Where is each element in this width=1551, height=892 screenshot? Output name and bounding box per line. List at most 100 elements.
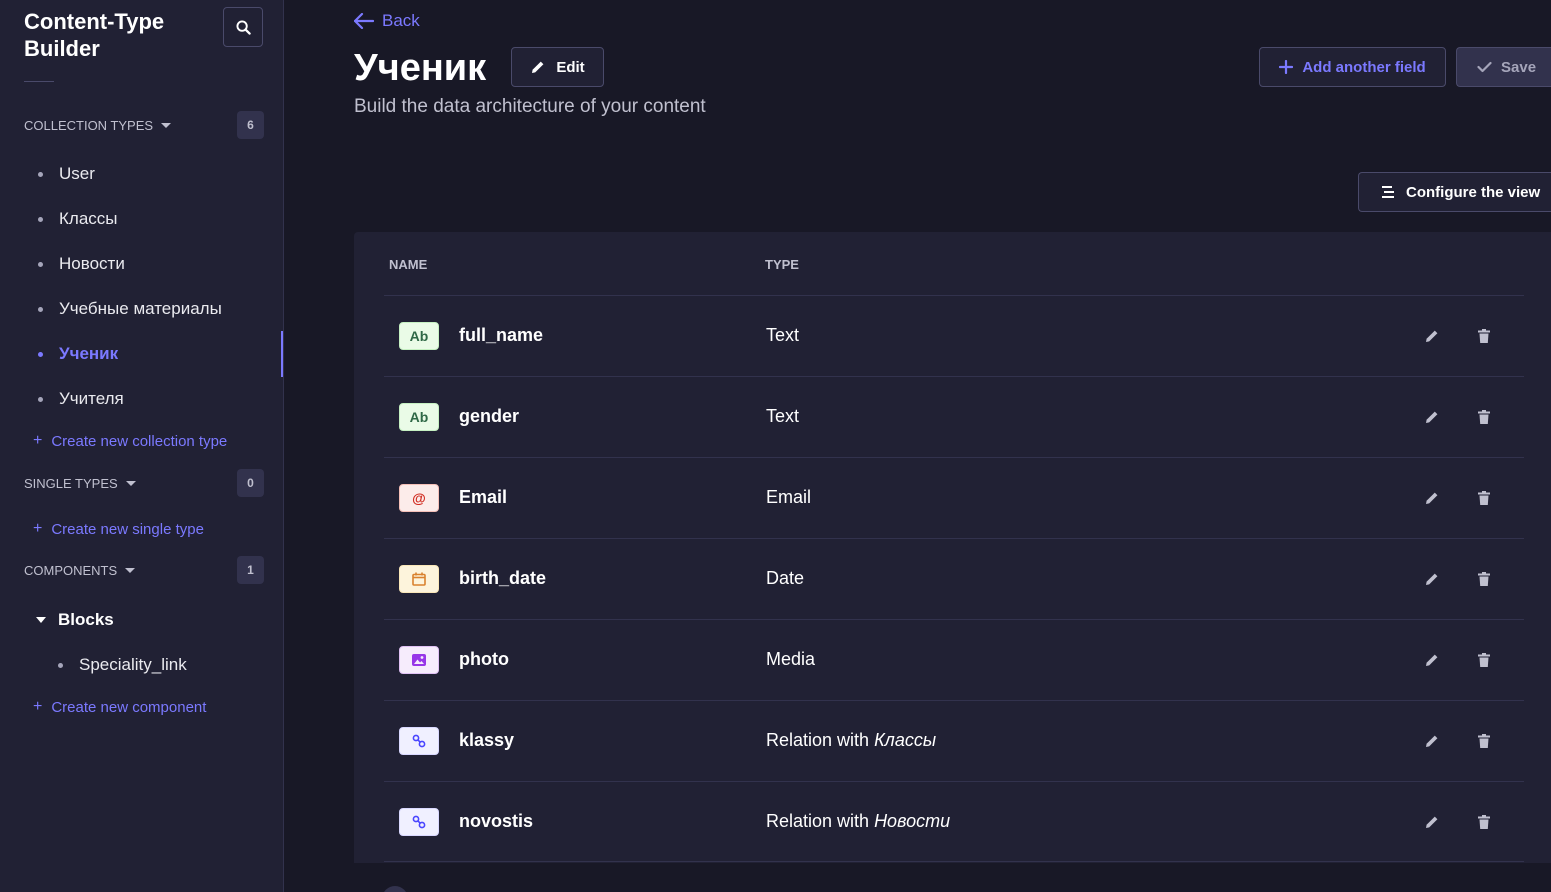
bullet-icon	[38, 396, 43, 402]
save-button[interactable]: Save	[1456, 47, 1551, 87]
save-label: Save	[1501, 58, 1537, 76]
column-header-name: NAME	[389, 257, 428, 272]
table-row[interactable]: photo Media	[384, 619, 1524, 700]
back-label: Back	[382, 11, 420, 30]
search-icon	[235, 19, 251, 35]
table-row[interactable]: Ab gender Text	[384, 376, 1524, 457]
plus-icon: +	[33, 432, 43, 449]
table-row[interactable]: klassy Relation with Классы	[384, 700, 1524, 781]
field-name: photo	[459, 649, 509, 669]
sidebar-item-label: Speciality_link	[79, 655, 187, 674]
pencil-icon[interactable]	[1422, 731, 1442, 751]
field-name: full_name	[459, 325, 544, 345]
sidebar-item-label: Учебные материалы	[59, 299, 222, 318]
pencil-icon[interactable]	[1422, 407, 1442, 427]
section-collection-types[interactable]: COLLECTION TYPES 6	[24, 110, 264, 140]
pencil-icon[interactable]	[1422, 650, 1442, 670]
field-type: Text	[766, 325, 800, 345]
field-name: klassy	[459, 730, 515, 750]
configure-view-button[interactable]: Configure the view	[1358, 172, 1551, 212]
count-badge: 0	[237, 469, 264, 497]
chevron-down-icon	[36, 617, 46, 623]
plus-icon: +	[33, 520, 43, 537]
sidebar-divider	[24, 81, 54, 82]
trash-icon[interactable]	[1476, 812, 1492, 832]
media-icon	[399, 646, 439, 674]
pencil-icon[interactable]	[1422, 812, 1442, 832]
table-row[interactable]: novostis Relation with Новости	[384, 781, 1524, 862]
field-name: novostis	[459, 811, 534, 831]
create-label: Create new collection type	[51, 432, 228, 450]
section-components[interactable]: COMPONENTS 1	[24, 555, 264, 585]
arrow-left-icon	[354, 13, 374, 29]
relation-prefix: Relation with	[766, 730, 875, 750]
sidebar-item-label: Новости	[59, 254, 125, 273]
configure-label: Configure the view	[1406, 183, 1541, 201]
field-type: Relation with Новости	[766, 811, 950, 832]
sidebar-item-label: Ученик	[59, 344, 119, 363]
edit-button[interactable]: Edit	[511, 47, 604, 87]
sidebar-item-uchitelya[interactable]: Учителя	[38, 384, 283, 414]
sidebar-item-novosti[interactable]: Новости	[38, 249, 283, 279]
trash-icon[interactable]	[1476, 569, 1492, 589]
field-name: birth_date	[459, 568, 547, 588]
create-single-type-link[interactable]: + Create new single type	[33, 517, 204, 541]
section-label: COMPONENTS	[24, 562, 118, 578]
section-label: COLLECTION TYPES	[24, 117, 154, 133]
pencil-icon[interactable]	[1422, 488, 1442, 508]
group-label: Blocks	[58, 610, 114, 629]
create-component-link[interactable]: + Create new component	[33, 695, 206, 719]
trash-icon[interactable]	[1476, 488, 1492, 508]
section-single-types[interactable]: SINGLE TYPES 0	[24, 468, 264, 498]
relation-target: Классы	[874, 730, 937, 750]
pencil-icon[interactable]	[1422, 569, 1442, 589]
pencil-icon[interactable]	[1422, 326, 1442, 346]
bullet-icon	[58, 662, 63, 668]
sidebar-item-user[interactable]: User	[38, 159, 283, 189]
email-icon: @	[399, 484, 439, 512]
create-label: Create new single type	[51, 520, 204, 538]
relation-icon	[399, 808, 439, 836]
sidebar-item-label: Учителя	[59, 389, 124, 408]
field-name: Email	[459, 487, 508, 507]
add-field-label: Add another field	[1302, 58, 1426, 76]
table-row[interactable]: Ab full_name Text	[384, 295, 1524, 376]
plus-icon	[1279, 60, 1294, 74]
add-another-field-button[interactable]: Add another field	[1259, 47, 1446, 87]
component-group-blocks[interactable]: Blocks	[36, 605, 114, 635]
calendar-icon	[399, 565, 439, 593]
create-label: Create new component	[51, 698, 207, 716]
field-type: Relation with Классы	[766, 730, 936, 751]
field-type: Text	[766, 406, 800, 426]
page-title: Ученик	[354, 47, 487, 89]
list-settings-icon	[1382, 186, 1394, 198]
trash-icon[interactable]	[1476, 407, 1492, 427]
fields-table: NAME TYPE Ab full_name Text Ab gender Te…	[354, 232, 1551, 892]
sidebar-item-label: User	[59, 164, 95, 183]
chevron-down-icon	[161, 122, 172, 128]
sidebar-item-uchenik[interactable]: Ученик	[38, 331, 283, 377]
field-type: Email	[766, 487, 812, 507]
sidebar-item-label: Классы	[59, 209, 118, 228]
table-row[interactable]: birth_date Date	[384, 538, 1524, 619]
relation-icon	[399, 727, 439, 755]
back-link[interactable]: Back	[354, 8, 420, 34]
trash-icon[interactable]	[1476, 326, 1492, 346]
section-label: SINGLE TYPES	[24, 475, 118, 491]
table-row[interactable]: @ Email Email	[384, 457, 1524, 538]
sidebar-item-speciality-link[interactable]: Speciality_link	[58, 650, 258, 680]
search-button[interactable]	[223, 7, 263, 47]
trash-icon[interactable]	[1476, 731, 1492, 751]
sidebar-item-klassy[interactable]: Классы	[38, 204, 283, 234]
bullet-icon	[38, 351, 43, 357]
edit-label: Edit	[556, 58, 585, 76]
field-type: Date	[766, 568, 805, 588]
chevron-down-icon	[125, 567, 136, 573]
plus-icon: +	[33, 698, 43, 715]
trash-icon[interactable]	[1476, 650, 1492, 670]
count-badge: 1	[237, 556, 264, 584]
relation-target: Новости	[874, 811, 951, 831]
create-collection-type-link[interactable]: + Create new collection type	[33, 429, 227, 453]
sidebar-item-materials[interactable]: Учебные материалы	[38, 294, 283, 324]
field-type: Media	[766, 649, 816, 669]
